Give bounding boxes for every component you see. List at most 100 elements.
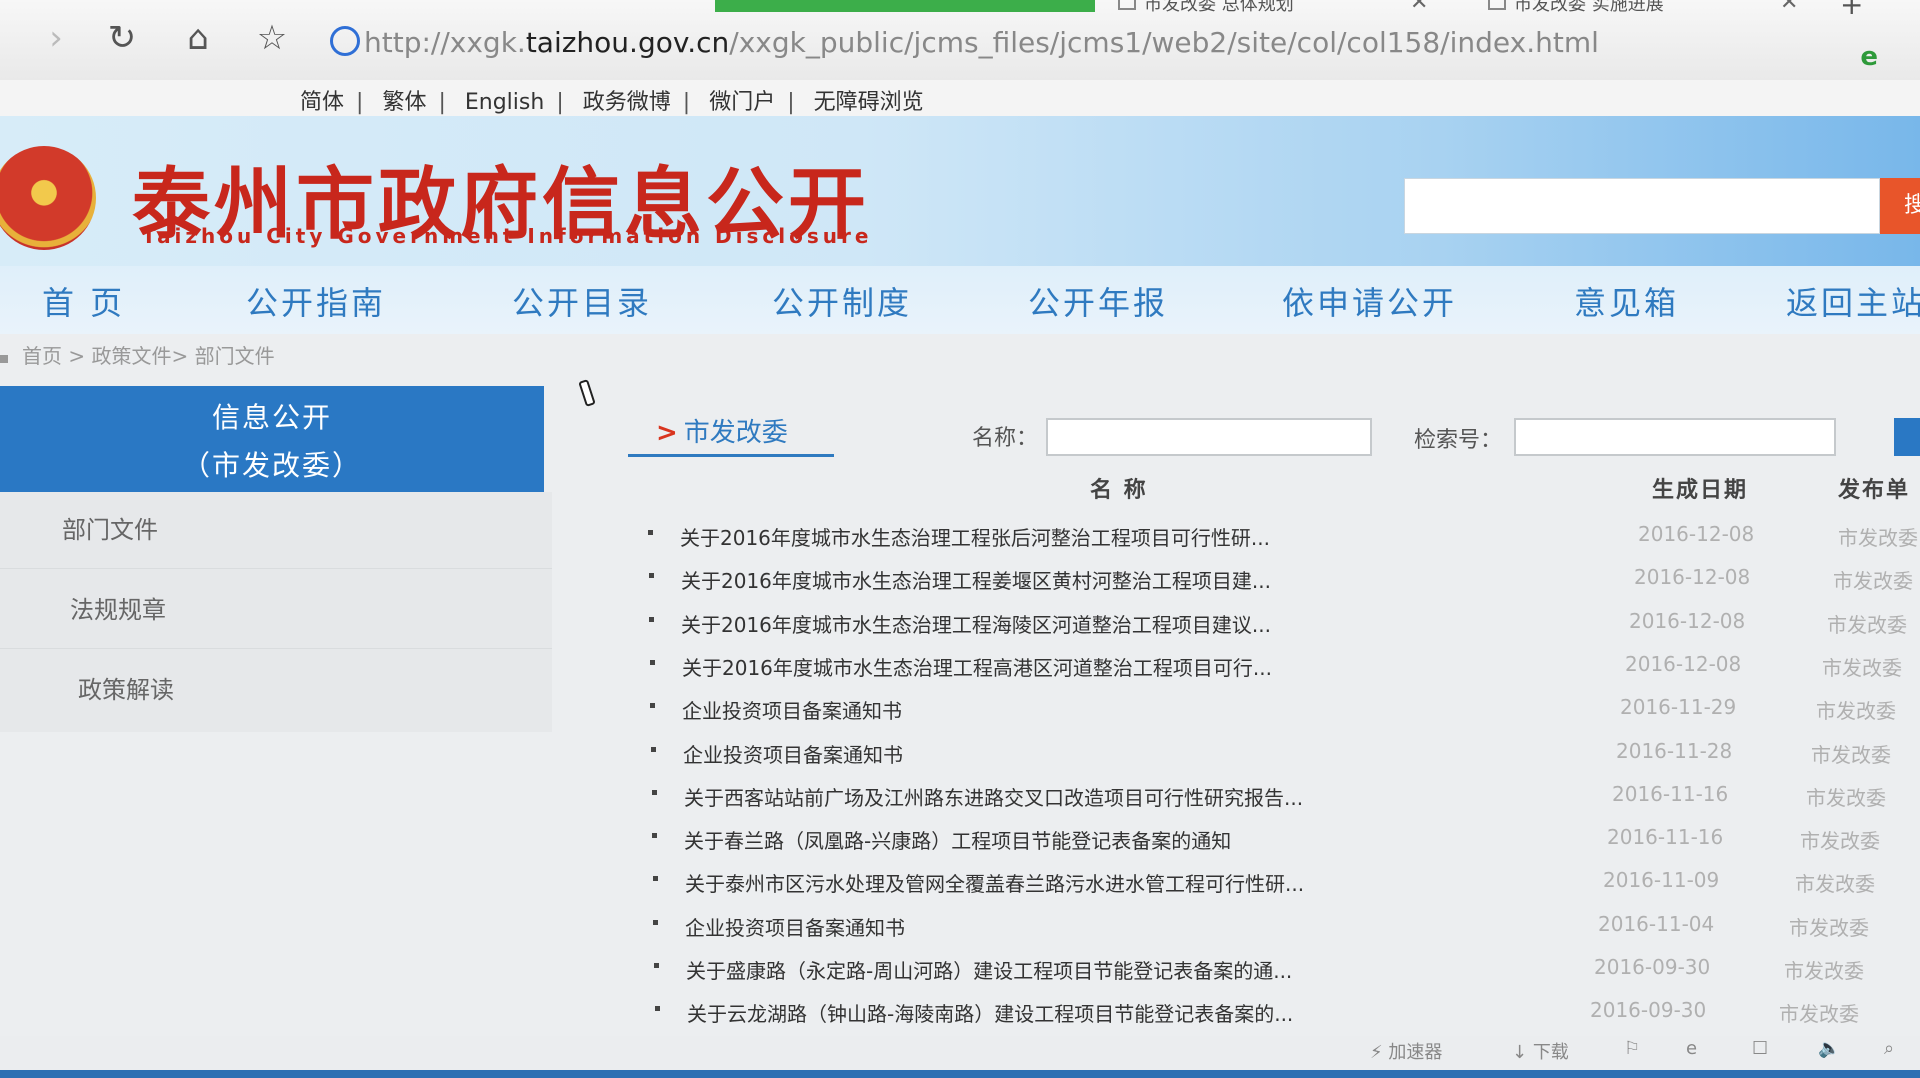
flag-icon[interactable]: ⚐ (1624, 1038, 1640, 1059)
tab-ndrc[interactable]: > 市发改委 (656, 412, 788, 449)
refresh-icon[interactable]: ↻ (100, 16, 144, 60)
list-item[interactable]: 企业投资项目备案通知书 2016-11-04 市发改委 (653, 904, 1920, 946)
document-title-link[interactable]: 关于2016年度城市水生态治理工程海陵区河道整治工程项目建议... (681, 609, 1271, 638)
bullet-icon (650, 660, 655, 665)
document-title-link[interactable]: 关于盛康路（永定路-周山河路）建设工程项目节能登记表备案的通... (686, 955, 1292, 984)
document-date: 2016-11-04 (1598, 912, 1715, 936)
list-item[interactable]: 关于2016年度城市水生态治理工程高港区河道整治工程项目可行... 2016-12… (650, 644, 1920, 686)
close-icon[interactable]: ✕ (1780, 0, 1798, 15)
list-item[interactable]: 关于2016年度城市水生态治理工程姜堰区黄村河整治工程项目建... 2016-12… (649, 557, 1920, 599)
accelerator-button[interactable]: ⚡ 加速器 (1370, 1038, 1442, 1064)
bullet-icon (652, 790, 657, 795)
sidebar-item-dept-docs[interactable]: 部门文件 (0, 492, 552, 569)
nav-catalog[interactable]: 公开目录 (512, 278, 652, 324)
site-banner: 泰州市政府信息公开 Taizhou City Government Inform… (0, 116, 1920, 266)
document-date: 2016-11-16 (1607, 825, 1724, 849)
active-tab[interactable] (715, 0, 1095, 12)
accelerator-label: 加速器 (1388, 1042, 1443, 1063)
nav-feedback[interactable]: 意见箱 (1574, 278, 1679, 324)
link-microportal[interactable]: 微门户 (709, 90, 775, 115)
browser-mode-icon[interactable]: e (1860, 42, 1878, 72)
sidebar-item-label: 政策解读 (78, 676, 174, 704)
name-input[interactable] (1046, 418, 1372, 456)
star-icon[interactable]: ☆ (250, 16, 294, 60)
document-publisher: 市发改委 (1800, 829, 1880, 853)
document-title-link[interactable]: 关于西客站站前广场及江州路东进路交叉口改造项目可行性研究报告... (684, 782, 1303, 811)
list-item[interactable]: 企业投资项目备案通知书 2016-11-28 市发改委 (651, 731, 1920, 773)
sidebar-item-label: 法规规章 (70, 596, 166, 624)
main-nav: 首 页 公开指南 公开目录 公开制度 公开年报 依申请公开 意见箱 返回主站 (0, 266, 1920, 334)
bullet-icon (648, 530, 653, 535)
column-header-date: 生成日期 (1652, 478, 1749, 503)
document-publisher: 市发改委 (1806, 786, 1886, 810)
bullet-icon (649, 573, 654, 578)
breadcrumb-dept-docs[interactable]: 部门文件 (195, 344, 275, 368)
document-title-link[interactable]: 关于2016年度城市水生态治理工程高港区河道整治工程项目可行... (682, 652, 1272, 681)
list-item[interactable]: 关于2016年度城市水生态治理工程张后河整治工程项目可行性研... 2016-12… (648, 514, 1920, 556)
bullet-icon (652, 833, 657, 838)
sidebar-header: 信息公开 （市发改委） (0, 386, 544, 492)
document-title-link[interactable]: 关于泰州市区污水处理及管网全覆盖春兰路污水进水管工程可行性研... (685, 868, 1304, 897)
document-title-link[interactable]: 关于2016年度城市水生态治理工程姜堰区黄村河整治工程项目建... (681, 565, 1271, 594)
list-item[interactable]: 关于西客站站前广场及江州路东进路交叉口改造项目可行性研究报告... 2016-11… (652, 774, 1920, 816)
nav-annual-report[interactable]: 公开年报 (1028, 278, 1168, 324)
chevron-right-icon: > (656, 418, 678, 448)
document-date: 2016-12-08 (1634, 565, 1751, 589)
link-simplified[interactable]: 简体 (300, 90, 344, 115)
sidebar-item-label: 部门文件 (62, 516, 158, 544)
search-submit-button[interactable] (1894, 418, 1920, 456)
nav-system[interactable]: 公开制度 (772, 278, 912, 324)
nav-back-main[interactable]: 返回主站 (1786, 278, 1920, 324)
sidebar-menu: 部门文件 法规规章 政策解读 (0, 492, 552, 732)
nav-home[interactable]: 首 页 (42, 278, 125, 324)
site-search-input[interactable] (1404, 178, 1880, 234)
document-publisher: 市发改委 (1779, 1002, 1859, 1026)
new-tab-button[interactable]: + (1840, 0, 1880, 21)
document-publisher: 市发改委 (1833, 569, 1913, 593)
tab-2[interactable]: 市发改委 实施进展 ✕ (1480, 0, 1810, 15)
link-weibo[interactable]: 政务微博 (583, 90, 671, 115)
site-subtitle: Taizhou City Government Information Disc… (142, 224, 873, 248)
bullet-icon (653, 876, 658, 881)
document-date: 2016-11-16 (1612, 782, 1729, 806)
breadcrumb-policy[interactable]: 政策文件 (91, 344, 171, 368)
tab-1[interactable]: 市发改委 总体规划 ✕ (1110, 0, 1430, 15)
document-publisher: 市发改委 (1811, 743, 1891, 767)
list-item[interactable]: 关于春兰路（凤凰路-兴康路）工程项目节能登记表备案的通知 2016-11-16 市发… (652, 817, 1920, 859)
document-title-link[interactable]: 企业投资项目备案通知书 (682, 695, 902, 724)
forward-icon[interactable]: › (34, 16, 78, 60)
list-item[interactable]: 关于盛康路（永定路-周山河路）建设工程项目节能登记表备案的通... 2016-09… (654, 947, 1920, 989)
site-search-button[interactable]: 搜 (1880, 178, 1920, 234)
browser-status-bar: ⚡ 加速器 ↓ 下载 ⚐ e ☐ 🔈 ⌕ (0, 1036, 1920, 1070)
download-button[interactable]: ↓ 下载 (1512, 1038, 1569, 1064)
window-icon[interactable]: ☐ (1752, 1038, 1768, 1059)
document-title-link[interactable]: 关于云龙湖路（钟山路-海陵南路）建设工程项目节能登记表备案的... (687, 998, 1293, 1027)
link-traditional[interactable]: 繁体 (382, 90, 426, 115)
document-title-link[interactable]: 企业投资项目备案通知书 (685, 912, 905, 941)
link-accessible[interactable]: 无障碍浏览 (814, 90, 924, 115)
document-title-link[interactable]: 关于春兰路（凤凰路-兴康路）工程项目节能登记表备案的通知 (684, 825, 1231, 854)
ie-mode-icon[interactable]: e (1686, 1038, 1697, 1059)
globe-icon (330, 26, 360, 56)
index-number-input[interactable] (1514, 418, 1836, 456)
document-publisher: 市发改委 (1822, 656, 1902, 680)
link-english[interactable]: English (465, 90, 544, 115)
volume-icon[interactable]: 🔈 (1818, 1038, 1840, 1059)
document-title-link[interactable]: 企业投资项目备案通知书 (683, 739, 903, 768)
nav-apply[interactable]: 依申请公开 (1282, 278, 1457, 324)
sidebar-item-interpretation[interactable]: 政策解读 (0, 652, 552, 728)
address-bar[interactable]: http://xxgk.taizhou.gov.cn/xxgk_public/j… (330, 20, 1850, 66)
breadcrumb-home[interactable]: 首页 (22, 344, 62, 368)
list-item[interactable]: 关于泰州市区污水处理及管网全覆盖春兰路污水进水管工程可行性研... 2016-11… (653, 860, 1920, 902)
list-item[interactable]: 关于云龙湖路（钟山路-海陵南路）建设工程项目节能登记表备案的... 2016-09… (655, 990, 1920, 1032)
document-title-link[interactable]: 关于2016年度城市水生态治理工程张后河整治工程项目可行性研... (680, 522, 1270, 551)
home-icon[interactable]: ⌂ (176, 16, 220, 60)
tab-label: 市发改委 总体规划 (1144, 0, 1294, 15)
nav-guide[interactable]: 公开指南 (246, 278, 386, 324)
list-item[interactable]: 关于2016年度城市水生态治理工程海陵区河道整治工程项目建议... 2016-12… (649, 601, 1920, 643)
close-icon[interactable]: ✕ (1410, 0, 1428, 15)
list-item[interactable]: 企业投资项目备案通知书 2016-11-29 市发改委 (650, 687, 1920, 729)
url-path: /xxgk_public/jcms_files/jcms1/web2/site/… (729, 26, 1599, 59)
sidebar-item-regulations[interactable]: 法规规章 (0, 572, 552, 649)
zoom-icon[interactable]: ⌕ (1884, 1038, 1894, 1059)
